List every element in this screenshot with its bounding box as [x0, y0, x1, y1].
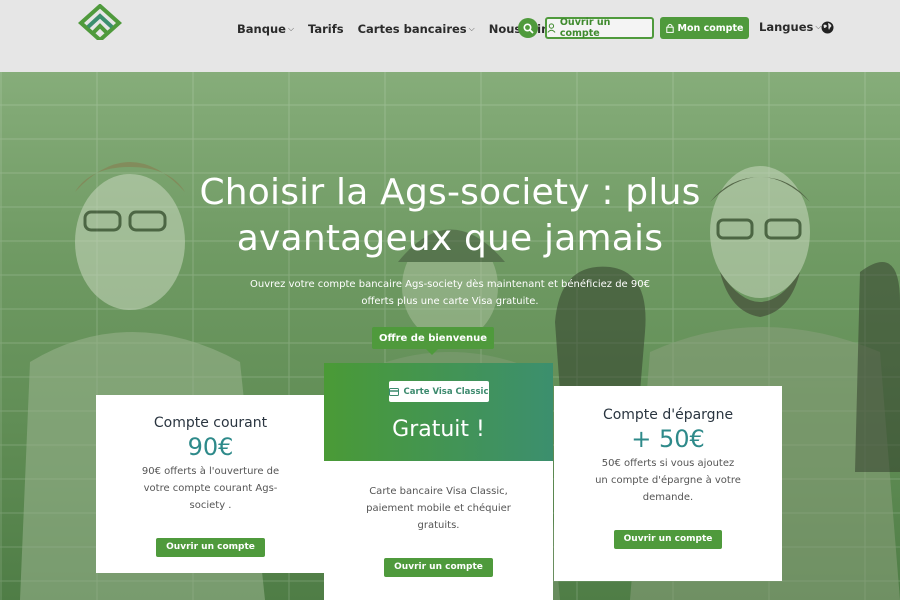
lock-icon	[665, 23, 674, 33]
hero-title: Choisir la Ags-society : plus avantageux…	[199, 172, 701, 259]
card-amount: 90€	[187, 433, 234, 461]
languages-dropdown[interactable]: Langues ⌵	[759, 20, 821, 34]
visa-badge-label: Carte Visa Classic	[403, 386, 489, 397]
open-visa-account-button[interactable]: Ouvrir un compte	[384, 557, 493, 577]
nav-tarifs-label: Tarifs	[308, 22, 344, 36]
hero-subtitle: Ouvrez votre compte bancaire Ags-society…	[250, 279, 650, 307]
nav-cartes-label: Cartes bancaires	[357, 22, 467, 36]
open-account-label: Ouvrir un compte	[559, 17, 611, 39]
search-icon	[522, 22, 534, 34]
welcome-offer-tag: Offre de bienvenue	[372, 327, 494, 355]
nav-cartes-bancaires[interactable]: Cartes bancaires ⌵	[358, 22, 475, 36]
hero-section: Choisir la Ags-society : plus avantageux…	[0, 72, 900, 600]
globe-icon[interactable]	[821, 21, 834, 34]
languages-label: Langues	[759, 20, 814, 34]
visa-card-header: Carte Visa Classic Gratuit !	[324, 363, 553, 461]
open-savings-account-button[interactable]: Ouvrir un compte	[613, 529, 723, 549]
visa-classic-badge: Carte Visa Classic	[389, 381, 489, 402]
logo-icon[interactable]	[78, 4, 122, 40]
nav-banque-label: Banque	[237, 22, 286, 36]
card-description: 50€ offerts si vous ajoutez un compte d'…	[595, 458, 741, 503]
open-account-button[interactable]: Ouvrir un compte	[545, 17, 654, 39]
current-account-card: Compte courant 90€ 90€ offerts à l'ouver…	[96, 395, 325, 573]
savings-account-card: Compte d'épargne + 50€ 50€ offerts si vo…	[554, 386, 782, 581]
nav-banque[interactable]: Banque ⌵	[237, 22, 294, 36]
credit-card-icon	[389, 387, 400, 396]
card-description: 90€ offerts à l'ouverture de votre compt…	[141, 466, 280, 511]
search-button[interactable]	[518, 18, 538, 38]
card-amount: + 50€	[631, 425, 705, 453]
nav-tarifs[interactable]: Tarifs	[308, 22, 344, 36]
open-current-account-button[interactable]: Ouvrir un compte	[156, 537, 265, 557]
chevron-down-icon: ⌵	[287, 24, 295, 33]
card-title: Compte courant	[153, 415, 268, 431]
user-icon	[547, 23, 556, 33]
card-description: Carte bancaire Visa Classic, paiement mo…	[366, 486, 511, 531]
my-account-label: Mon compte	[677, 22, 744, 34]
free-headline: Gratuit !	[392, 417, 485, 442]
visa-card-offer: Carte Visa Classic Gratuit ! Carte banca…	[324, 363, 553, 600]
card-title: Compte d'épargne	[602, 407, 734, 423]
my-account-button[interactable]: Mon compte	[660, 17, 749, 39]
chevron-down-icon: ⌵	[468, 24, 475, 33]
site-header: Banque ⌵ Tarifs Cartes bancaires ⌵ Nous …	[0, 0, 900, 72]
